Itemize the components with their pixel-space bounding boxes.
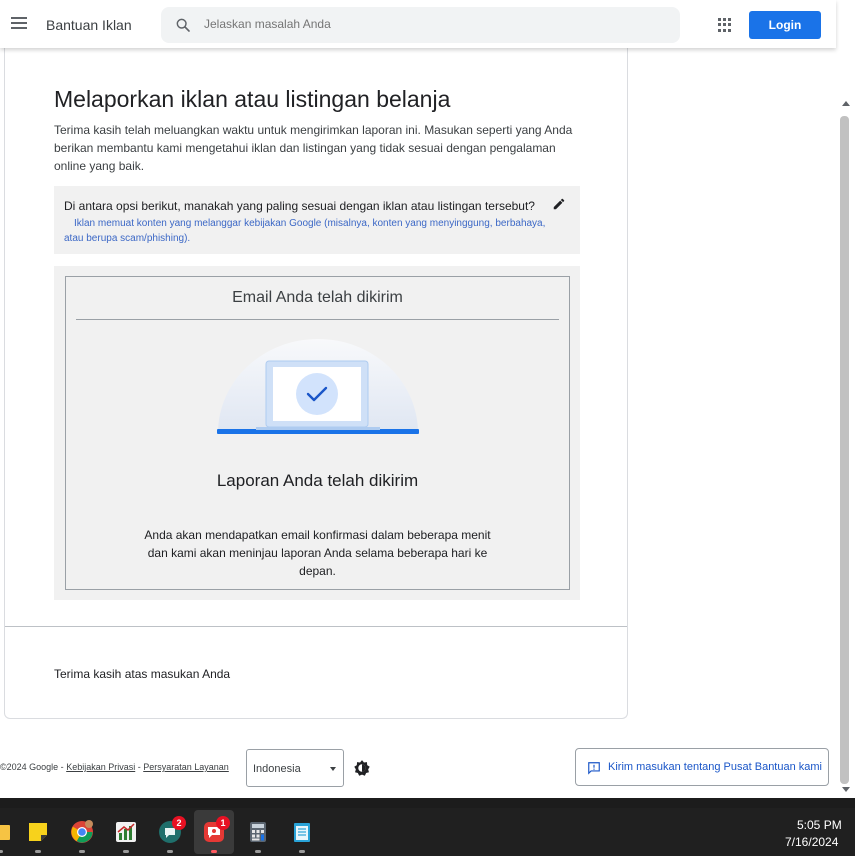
notification-badge: 1 xyxy=(216,816,230,830)
chart-app-icon[interactable] xyxy=(114,820,138,844)
notepad-icon[interactable] xyxy=(290,820,314,844)
copyright-text: ©2024 Google - xyxy=(0,762,67,772)
chrome-icon[interactable] xyxy=(70,820,94,844)
clock-time[interactable]: 5:05 PM xyxy=(797,818,842,832)
taskbar-indicator xyxy=(0,850,3,853)
intro-text: Terima kasih telah meluangkan waktu untu… xyxy=(54,123,573,173)
taskbar-indicator xyxy=(167,850,173,853)
taskbar-indicator xyxy=(255,850,261,853)
feedback-label: Kirim masukan tentang Pusat Bantuan kami xyxy=(608,761,823,773)
brightness-theme-icon[interactable] xyxy=(353,759,371,777)
caret-down-icon xyxy=(330,767,336,771)
confirmation-description: Anda akan mendapatkan email konfirmasi d… xyxy=(144,528,491,578)
browser-page: Bantuan Iklan Login Melaporkan iklan ata… xyxy=(0,0,855,808)
file-explorer-icon[interactable] xyxy=(0,820,12,844)
privacy-link[interactable]: Kebijakan Privasi xyxy=(66,762,135,772)
scrollbar-thumb[interactable] xyxy=(840,116,849,784)
selected-answer: Iklan memuat konten yang melanggar kebij… xyxy=(64,218,546,244)
card-divider xyxy=(5,626,627,627)
taskbar-indicator xyxy=(35,850,41,853)
language-select[interactable]: Indonesia xyxy=(246,749,344,787)
divider xyxy=(76,319,559,320)
feedback-icon xyxy=(588,762,600,775)
terms-link[interactable]: Persyaratan Layanan xyxy=(143,762,229,772)
hamburger-menu-icon[interactable] xyxy=(11,17,27,31)
login-button[interactable]: Login xyxy=(749,11,821,39)
question-text: Di antara opsi berikut, manakah yang pal… xyxy=(64,199,535,213)
taskbar-indicator xyxy=(299,850,305,853)
search-icon xyxy=(176,18,190,32)
taskbar-indicator xyxy=(123,850,129,853)
report-card: Melaporkan iklan atau listingan belanja … xyxy=(4,44,628,719)
page-title: Melaporkan iklan atau listingan belanja xyxy=(54,86,451,112)
pencil-edit-icon[interactable] xyxy=(552,197,566,211)
scroll-up-arrow-icon[interactable] xyxy=(842,101,850,106)
clock-date[interactable]: 7/16/2024 xyxy=(785,835,838,849)
footer-links: ©2024 Google - Kebijakan Privasi - Persy… xyxy=(0,762,229,772)
taskbar: 2 1 5:05 PM 7/16/2024 xyxy=(0,808,855,856)
taskbar-indicator xyxy=(211,850,217,853)
app-title[interactable]: Bantuan Iklan xyxy=(46,17,132,33)
report-sent-title: Laporan Anda telah dikirim xyxy=(216,471,419,490)
question-summary: Di antara opsi berikut, manakah yang pal… xyxy=(54,186,580,254)
scroll-down-arrow-icon[interactable] xyxy=(842,787,850,792)
window-frame-bottom xyxy=(0,798,855,808)
language-value: Indonesia xyxy=(253,763,301,775)
apps-grid-icon[interactable] xyxy=(718,18,732,32)
notification-badge: 2 xyxy=(172,816,186,830)
calculator-icon[interactable] xyxy=(246,820,270,844)
confirmation-panel: Email Anda telah dikirim Laporan Anda te… xyxy=(54,266,580,600)
email-sent-title: Email Anda telah dikirim xyxy=(232,289,403,306)
taskbar-indicator xyxy=(79,850,85,853)
search-box[interactable] xyxy=(161,7,680,43)
search-input[interactable] xyxy=(204,17,664,31)
top-header: Bantuan Iklan Login xyxy=(0,0,836,48)
confirmation-box: Email Anda telah dikirim Laporan Anda te… xyxy=(65,276,570,590)
send-feedback-button[interactable]: Kirim masukan tentang Pusat Bantuan kami xyxy=(575,748,829,786)
laptop-check-illustration xyxy=(217,339,419,434)
sticky-notes-icon[interactable] xyxy=(26,820,50,844)
thanks-text: Terima kasih atas masukan Anda xyxy=(54,667,231,681)
